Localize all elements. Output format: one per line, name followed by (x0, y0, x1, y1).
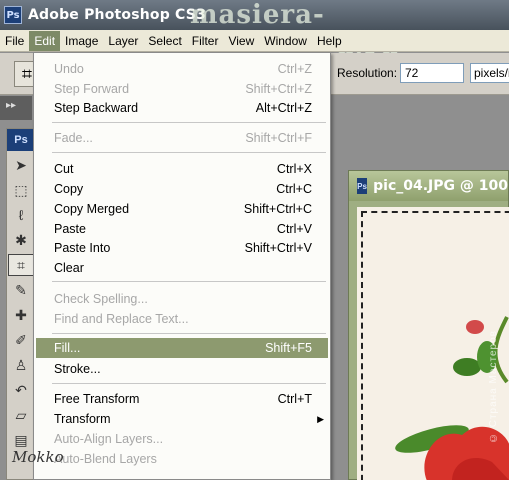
menu-separator (52, 383, 326, 384)
lasso-icon[interactable]: ℓ (8, 204, 34, 226)
eyedropper-icon[interactable]: ✎ (8, 279, 34, 301)
menu-window[interactable]: Window (259, 31, 312, 51)
healing-brush-icon[interactable]: ✚ (8, 304, 34, 326)
document-canvas[interactable] (357, 207, 509, 480)
submenu-arrow-icon: ▶ (317, 413, 324, 424)
window-title: Adobe Photoshop CS3 (28, 7, 206, 23)
document-title: pic_04.JPG @ 100 (373, 178, 508, 194)
document-window: Ps pic_04.JPG @ 100 (348, 170, 509, 480)
menu-item-paste[interactable]: Paste Ctrl+V (36, 219, 328, 239)
menu-item-paste-into[interactable]: Paste Into Shift+Ctrl+V (36, 238, 328, 258)
history-brush-icon[interactable]: ↶ (8, 379, 34, 401)
menu-item-auto-blend-layers[interactable]: Auto-Blend Layers (36, 449, 328, 469)
menu-item-step-forward[interactable]: Step Forward Shift+Ctrl+Z (36, 79, 328, 99)
edit-menu-dropdown: Undo Ctrl+Z Step Forward Shift+Ctrl+Z St… (33, 52, 331, 480)
menu-item-step-backward[interactable]: Step Backward Alt+Ctrl+Z (36, 98, 328, 118)
menu-file[interactable]: File (0, 31, 29, 51)
marquee-icon[interactable]: ⬚ (8, 179, 34, 201)
toolbox-collapse-handle[interactable]: ▸▸ (0, 96, 32, 120)
clone-stamp-icon[interactable]: ♙ (8, 354, 34, 376)
eraser-icon[interactable]: ▱ (8, 404, 34, 426)
side-watermark: © Страна Мастеров (488, 330, 499, 444)
selection-marquee (361, 211, 509, 480)
toolbox: Ps ➤ ⬚ ℓ ✱ ⌗ ✎ ✚ ✐ ♙ ↶ ▱ ▤ (6, 128, 36, 480)
menu-bar: File Edit Image Layer Select Filter View… (0, 30, 509, 52)
menu-item-copy[interactable]: Copy Ctrl+C (36, 179, 328, 199)
menu-separator (52, 281, 326, 282)
resolution-input[interactable] (400, 63, 464, 83)
menu-item-clear[interactable]: Clear (36, 258, 328, 278)
menu-filter[interactable]: Filter (187, 31, 224, 51)
menu-item-copy-merged[interactable]: Copy Merged Shift+Ctrl+C (36, 199, 328, 219)
menu-separator (52, 122, 326, 123)
menu-view[interactable]: View (223, 31, 259, 51)
menu-layer[interactable]: Layer (103, 31, 143, 51)
menu-item-stroke[interactable]: Stroke... (36, 359, 328, 379)
brush-icon[interactable]: ✐ (8, 329, 34, 351)
toolbox-logo-icon: Ps (7, 129, 35, 151)
menu-item-free-transform[interactable]: Free Transform Ctrl+T (36, 389, 328, 409)
menu-item-find-replace[interactable]: Find and Replace Text... (36, 309, 328, 329)
title-bar: Ps Adobe Photoshop CS3 (0, 0, 509, 30)
document-ps-icon: Ps (357, 178, 368, 194)
menu-item-auto-align-layers[interactable]: Auto-Align Layers... (36, 429, 328, 449)
magic-wand-icon[interactable]: ✱ (8, 229, 34, 251)
menu-image[interactable]: Image (60, 31, 103, 51)
menu-select[interactable]: Select (143, 31, 186, 51)
menu-separator (52, 152, 326, 153)
photoshop-logo-icon: Ps (4, 6, 22, 24)
menu-help[interactable]: Help (312, 31, 347, 51)
move-icon[interactable]: ➤ (8, 154, 34, 176)
document-title-bar[interactable]: Ps pic_04.JPG @ 100 (349, 171, 508, 201)
crop-icon[interactable]: ⌗ (8, 254, 34, 276)
menu-item-check-spelling[interactable]: Check Spelling... (36, 289, 328, 309)
menu-edit[interactable]: Edit (29, 30, 61, 51)
menu-item-fade[interactable]: Fade... Shift+Ctrl+F (36, 128, 328, 148)
menu-item-fill[interactable]: Fill... Shift+F5 (36, 338, 328, 358)
resolution-unit-select[interactable]: pixels/i (470, 63, 509, 83)
signature-watermark: Mokko (12, 448, 64, 466)
menu-item-undo[interactable]: Undo Ctrl+Z (36, 59, 328, 79)
menu-item-cut[interactable]: Cut Ctrl+X (36, 159, 328, 179)
resolution-label: Resolution: (337, 66, 398, 80)
menu-item-transform[interactable]: Transform ▶ (36, 409, 328, 429)
menu-separator (52, 333, 326, 334)
